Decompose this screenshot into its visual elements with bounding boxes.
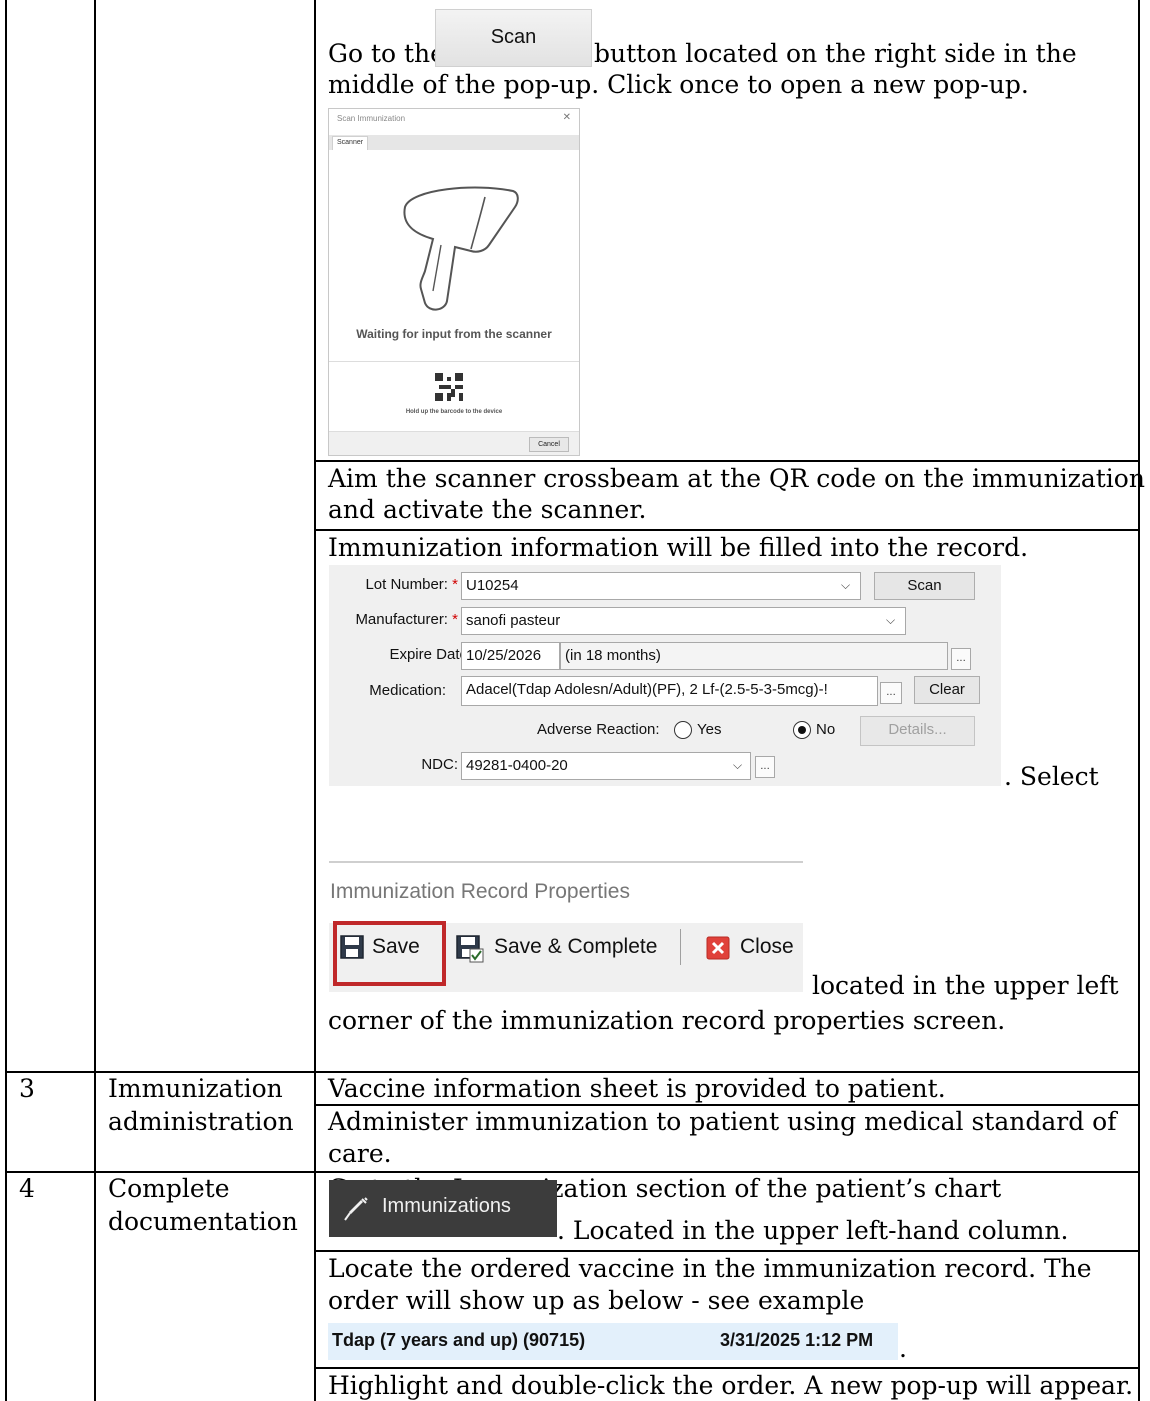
located-left-column-text: . Located in the upper left-hand column.: [557, 1216, 1069, 1245]
vis-instruction: Vaccine information sheet is provided to…: [328, 1074, 946, 1103]
dialog-footer: Cancel: [329, 431, 579, 455]
table-col1-divider: [94, 0, 96, 1401]
ellipsis-button: ...: [755, 756, 775, 778]
row-divider: [314, 1250, 1140, 1252]
close-icon: ✕: [562, 112, 571, 123]
immunizations-button-label: Immunizations: [382, 1195, 511, 1217]
manufacturer-label: Manufacturer: *: [355, 611, 458, 628]
scan-button-image: Scan: [435, 9, 592, 67]
tab-scanner: Scanner: [332, 136, 368, 150]
located-line2: corner of the immunization record proper…: [328, 1006, 1006, 1035]
table-right-border: [1138, 0, 1140, 1401]
close-button-label: Close: [740, 935, 794, 958]
administer-line1: Administer immunization to patient using…: [328, 1107, 1117, 1136]
scan-button: Scan: [874, 572, 975, 600]
save-complete-icon: [456, 935, 484, 963]
step4-title-line2: documentation: [108, 1207, 298, 1236]
step-number-3: 3: [19, 1074, 35, 1103]
aim-instruction-line1: Aim the scanner crossbeam at the QR code…: [328, 464, 1145, 493]
lot-number-label: Lot Number: *: [365, 576, 458, 593]
row-divider: [314, 529, 1140, 531]
scan-instruction-line2: middle of the pop-up. Click once to open…: [328, 70, 1029, 99]
scan-instruction-before: Go to the: [328, 39, 445, 68]
step4-title-line1: Complete: [108, 1174, 230, 1203]
adverse-no-radio: [793, 721, 811, 739]
order-example-row: Tdap (7 years and up) (90715) 3/31/2025 …: [328, 1323, 898, 1360]
expire-date-label: Expire Date:: [389, 646, 472, 663]
clear-button: Clear: [914, 676, 980, 704]
located-line1: located in the upper left: [812, 971, 1119, 1000]
chevron-down-icon: ⌵: [841, 578, 851, 592]
toolbar-separator: [680, 929, 681, 965]
qr-code-icon: [435, 373, 463, 401]
scan-button-label: Scan: [490, 26, 537, 48]
close-icon: [706, 936, 730, 960]
chevron-down-icon: ⌵: [733, 758, 743, 772]
locate-line2: order will show up as below - see exampl…: [328, 1286, 865, 1315]
table-left-border: [5, 0, 7, 1401]
record-properties-divider: [329, 861, 803, 863]
barcode-scanner-icon: [403, 186, 519, 311]
scan-immunization-dialog: Scan Immunization ✕ Scanner Waiting for …: [328, 108, 580, 456]
hold-barcode-message: Hold up the barcode to the device: [405, 409, 503, 415]
ndc-field: 49281-0400-20: [461, 752, 751, 780]
waiting-message: Waiting for input from the scanner: [356, 327, 552, 341]
dialog-separator: [329, 361, 579, 362]
cancel-button: Cancel: [529, 437, 569, 452]
row-divider: [314, 1367, 1140, 1369]
save-highlight-box: [333, 921, 446, 986]
scan-instruction-after: button located on the right side in the: [594, 39, 1077, 68]
aim-instruction-line2: and activate the scanner.: [328, 495, 647, 524]
order-time: 3/31/2025 1:12 PM: [720, 1330, 874, 1350]
step-number-4: 4: [19, 1174, 35, 1203]
expire-date-field: 10/25/2026: [461, 642, 560, 670]
expire-relative-field: (in 18 months): [560, 642, 948, 670]
table-col2-divider: [314, 0, 316, 1401]
lot-number-field: U10254: [461, 572, 861, 600]
row-divider: [314, 460, 1140, 462]
adverse-reaction-label: Adverse Reaction:: [537, 721, 660, 738]
adverse-yes-label: Yes: [697, 721, 722, 738]
ellipsis-button: ...: [951, 648, 971, 670]
select-text: . Select: [1004, 762, 1099, 791]
record-properties-title: Immunization Record Properties: [330, 880, 630, 903]
immunization-form-panel: Lot Number: * U10254 ⌵ Scan Manufacturer…: [329, 565, 1001, 786]
dialog-title: Scan Immunization: [337, 114, 406, 123]
ndc-label: NDC:: [421, 756, 458, 773]
adverse-yes-radio: [674, 721, 692, 739]
immunizations-button-image: Immunizations: [329, 1180, 557, 1237]
medication-label: Medication:: [369, 682, 446, 699]
highlight-instruction: Highlight and double-click the order. A …: [328, 1371, 1134, 1400]
save-complete-button-label: Save & Complete: [494, 935, 658, 958]
order-period: .: [899, 1334, 907, 1363]
manufacturer-field: sanofi pasteur: [461, 607, 906, 635]
administer-line2: care.: [328, 1139, 392, 1168]
ellipsis-button: ...: [880, 682, 902, 704]
details-button: Details...: [860, 716, 975, 746]
adverse-no-label: No: [816, 721, 836, 738]
step3-title-line1: Immunization: [108, 1074, 283, 1103]
step3-title-line2: administration: [108, 1107, 294, 1136]
filled-instruction: Immunization information will be filled …: [328, 533, 1029, 562]
order-name: Tdap (7 years and up) (90715): [332, 1330, 586, 1350]
medication-field: Adacel(Tdap Adolesn/Adult)(PF), 2 Lf-(2.…: [461, 676, 878, 706]
chevron-down-icon: ⌵: [886, 613, 896, 627]
syringe-icon: [344, 1197, 368, 1221]
locate-line1: Locate the ordered vaccine in the immuni…: [328, 1254, 1092, 1283]
